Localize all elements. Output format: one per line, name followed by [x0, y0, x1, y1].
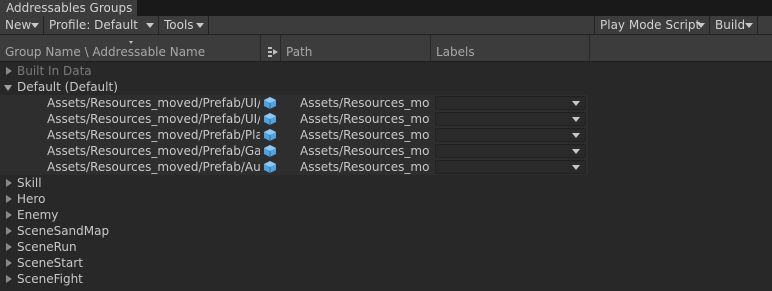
prefab-cube-icon [264, 129, 276, 141]
chevron-down-icon [572, 101, 580, 106]
column-header: Group Name \ Addressable Name Path Label… [0, 35, 772, 62]
group-row[interactable]: SceneStart [0, 255, 772, 271]
entry-name: Assets/Resources_moved/Prefab/UI/UIFight… [47, 112, 260, 126]
column-settings-icon [268, 47, 278, 57]
column-group-name-label: Group Name \ Addressable Name [5, 45, 206, 59]
group-row[interactable]: Default (Default) [0, 79, 772, 95]
expand-arrow-icon[interactable] [6, 211, 12, 219]
group-name: Enemy [17, 208, 59, 222]
group-row[interactable]: SceneFight [0, 271, 772, 287]
expand-arrow-icon[interactable] [6, 179, 12, 187]
group-row[interactable]: Skill [0, 175, 772, 191]
build-button-label: Build [715, 18, 746, 32]
chevron-down-icon [572, 117, 580, 122]
new-button[interactable]: New [0, 16, 44, 34]
entry-path: Assets/Resources_moved/Prefab/AudioManag… [300, 160, 430, 174]
tab-bar: Addressables Groups [0, 0, 772, 16]
chevron-down-icon [196, 23, 204, 28]
group-name: SceneFight [17, 272, 83, 286]
expand-arrow-icon[interactable] [6, 275, 12, 283]
new-button-label: New [5, 18, 32, 32]
entry-name: Assets/Resources_moved/Prefab/UI/UIMainV… [47, 96, 260, 110]
group-name: SceneStart [17, 256, 83, 270]
group-name: Default (Default) [17, 80, 118, 94]
entry-path: Assets/Resources_moved/Prefab/UI/UIMainV… [300, 96, 430, 110]
group-name: SceneRun [17, 240, 77, 254]
tools-button-label: Tools [164, 18, 194, 32]
chevron-down-icon [572, 165, 580, 170]
chevron-down-icon [745, 23, 753, 28]
toolbar: New Profile: Default Tools Play Mode Scr… [0, 16, 772, 35]
sort-descending-icon [129, 41, 133, 44]
tools-button[interactable]: Tools [159, 16, 209, 34]
prefab-cube-icon [264, 161, 276, 173]
play-mode-script-label: Play Mode Script [600, 18, 701, 32]
group-row[interactable]: Built In Data [0, 63, 772, 79]
labels-dropdown[interactable] [435, 128, 586, 142]
column-labels[interactable]: Labels [431, 35, 590, 61]
entry-name: Assets/Resources_moved/Prefab/AudioManag… [47, 160, 260, 174]
prefab-cube-icon [264, 97, 276, 109]
entry-row[interactable]: Assets/Resources_moved/Prefab/UI/UIMainV… [0, 95, 772, 111]
entry-path: Assets/Resources_moved/Prefab/Player.pre… [300, 128, 430, 142]
tab-addressables-groups[interactable]: Addressables Groups [0, 0, 137, 16]
group-name: Built In Data [17, 64, 92, 78]
expand-arrow-icon[interactable] [6, 259, 12, 267]
entry-name: Assets/Resources_moved/Prefab/GameManage… [47, 144, 260, 158]
group-name: SceneSandMap [17, 224, 110, 238]
expand-arrow-icon[interactable] [6, 195, 12, 203]
entry-row[interactable]: Assets/Resources_moved/Prefab/AudioManag… [0, 159, 772, 175]
group-row[interactable]: SceneSandMap [0, 223, 772, 239]
entry-row[interactable]: Assets/Resources_moved/Prefab/GameManage… [0, 143, 772, 159]
entry-row[interactable]: Assets/Resources_moved/Prefab/Player.pre… [0, 127, 772, 143]
group-row[interactable]: Enemy [0, 207, 772, 223]
search-field-stub[interactable] [758, 16, 772, 34]
chevron-down-icon [572, 149, 580, 154]
chevron-down-icon [572, 133, 580, 138]
column-path-label: Path [286, 45, 313, 59]
column-group-name[interactable]: Group Name \ Addressable Name [0, 35, 261, 61]
labels-dropdown[interactable] [435, 112, 586, 126]
labels-dropdown[interactable] [435, 144, 586, 158]
expand-arrow-icon[interactable] [6, 67, 12, 75]
expand-arrow-icon[interactable] [6, 227, 12, 235]
profile-dropdown-label: Profile: Default [49, 18, 139, 32]
column-path[interactable]: Path [281, 35, 431, 61]
column-labels-label: Labels [436, 45, 475, 59]
entry-name: Assets/Resources_moved/Prefab/Player.pre… [47, 128, 260, 142]
collapse-arrow-icon[interactable] [4, 85, 12, 91]
group-row[interactable]: SceneRun [0, 239, 772, 255]
play-mode-script-dropdown[interactable]: Play Mode Script [594, 16, 710, 34]
chevron-down-icon [31, 23, 39, 28]
labels-dropdown[interactable] [435, 96, 586, 110]
entry-row[interactable]: Assets/Resources_moved/Prefab/UI/UIFight… [0, 111, 772, 127]
prefab-cube-icon [264, 113, 276, 125]
group-name: Skill [17, 176, 42, 190]
profile-dropdown[interactable]: Profile: Default [44, 16, 159, 34]
chevron-down-icon [146, 23, 154, 28]
entry-path: Assets/Resources_moved/Prefab/GameManage… [300, 144, 430, 158]
labels-dropdown[interactable] [435, 160, 586, 174]
build-button[interactable]: Build [710, 16, 758, 34]
group-name: Hero [17, 192, 46, 206]
chevron-down-icon [697, 23, 705, 28]
expand-arrow-icon[interactable] [6, 243, 12, 251]
group-row[interactable]: Hero [0, 191, 772, 207]
prefab-cube-icon [264, 145, 276, 157]
entry-path: Assets/Resources_moved/Prefab/UI/UIFight… [300, 112, 430, 126]
